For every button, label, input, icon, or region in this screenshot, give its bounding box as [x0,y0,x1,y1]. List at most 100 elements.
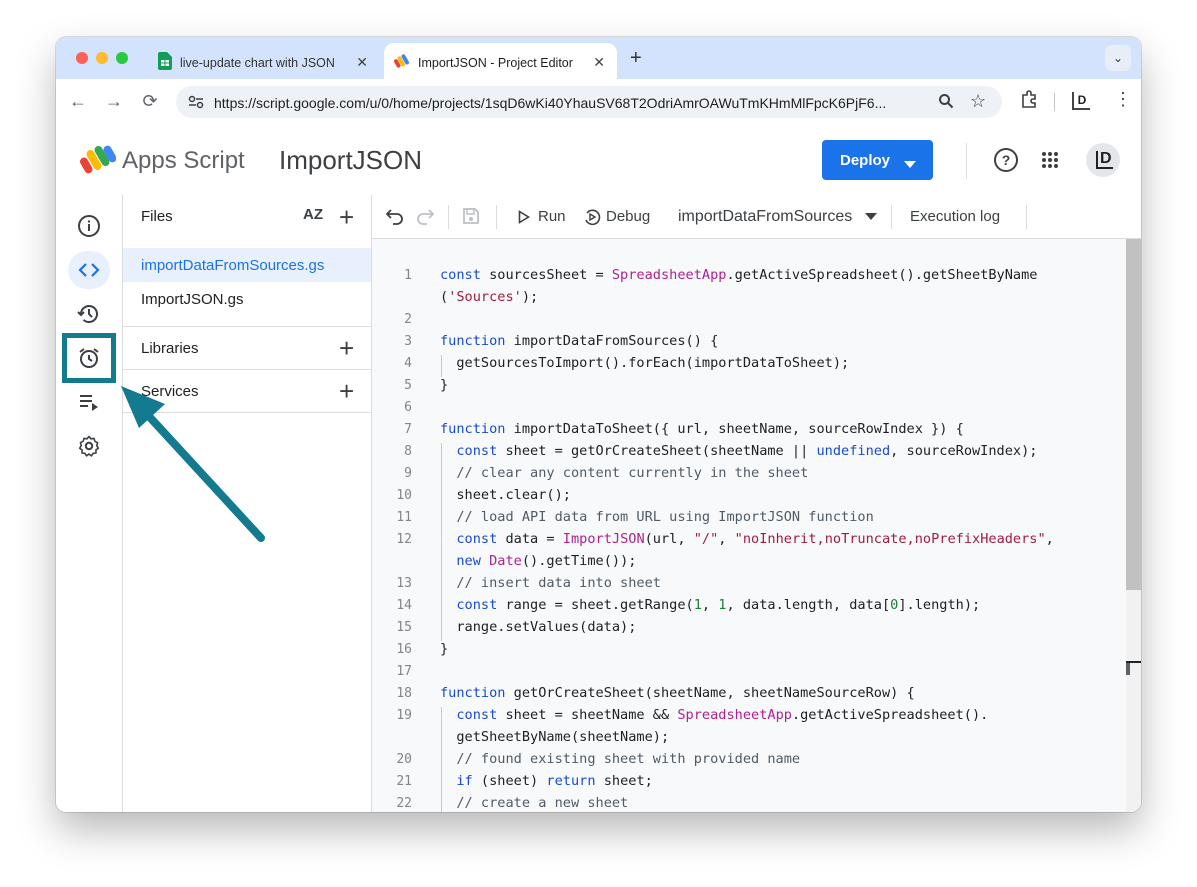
avatar[interactable]: D [1086,143,1120,177]
avatar-initial: D [1096,151,1113,169]
rail-settings[interactable] [68,427,110,465]
zoom-icon[interactable] [938,93,954,114]
code-line: if (sheet) return sheet; [456,773,653,789]
address-bar[interactable]: https://script.google.com/u/0/home/proje… [176,86,1002,118]
libraries-section[interactable]: Libraries + [123,326,371,369]
editor-toolbar: Run Debug importDataFromSources Executio… [372,195,1141,239]
app-header: Apps Script ImportJSON Deploy ? D [56,125,1141,196]
tab-apps-script[interactable]: ImportJSON - Project Editor ✕ [384,43,617,79]
close-tab-icon[interactable]: ✕ [356,54,368,71]
apps-script-logo-icon [80,143,117,180]
triggers-highlight-box [62,333,116,383]
execution-log-button[interactable]: Execution log [910,208,1000,225]
code-line: getSheetByName(sheetName); [440,729,670,745]
code-line: // load API data from URL using ImportJS… [456,509,874,525]
forward-button[interactable]: → [102,91,126,112]
url-text: https://script.google.com/u/0/home/proje… [214,95,887,111]
reload-button[interactable]: ⟳ [138,91,162,112]
undo-icon[interactable] [385,207,404,230]
line-number: 22 [396,796,412,811]
site-info-icon[interactable] [188,95,204,114]
code-line: sheet.clear(); [440,487,571,503]
toolbar-divider [1026,205,1027,229]
code-line: function importDataToSheet({ url, sheetN… [440,421,964,437]
line-number: 13 [396,576,412,591]
dropdown-arrow-icon [865,213,877,220]
code-editor[interactable]: 1 const sourcesSheet = SpreadsheetApp.get… [372,239,1141,812]
rail-history[interactable] [68,295,110,333]
debug-label: Debug [606,208,651,225]
indent-guide [441,707,442,812]
back-button[interactable]: ← [66,91,90,112]
line-number: 1 [404,268,412,283]
rail-editor[interactable] [68,251,110,289]
code-line: const range = sheet.getRange(1, 1, data.… [456,597,981,613]
new-tab-button[interactable]: + [630,47,642,70]
tab-title: ImportJSON - Project Editor [418,56,573,70]
dropdown-arrow-icon [904,156,916,174]
add-service-icon[interactable]: + [339,378,354,404]
tab-title: live-update chart with JSON [180,56,335,70]
project-title[interactable]: ImportJSON [279,145,422,176]
line-number: 15 [396,620,412,635]
run-label: Run [538,208,566,225]
line-number: 8 [404,444,412,459]
indent-guide [441,355,442,377]
extensions-icon[interactable] [1020,90,1038,113]
editor-scrollbar-thumb[interactable] [1126,239,1141,590]
rail-executions[interactable] [68,383,110,421]
save-icon[interactable] [462,207,480,230]
browser-window: live-update chart with JSON ✕ ImportJSON… [56,37,1141,812]
help-icon[interactable]: ? [994,148,1018,172]
play-icon [518,210,530,224]
app-name: Apps Script [122,147,245,174]
browser-toolbar: ← → ⟳ https://script.google.com/u/0/home… [56,79,1141,126]
history-icon [77,305,98,323]
rail-overview[interactable] [68,207,110,245]
header-divider [966,143,967,179]
add-library-icon[interactable]: + [339,335,354,361]
add-file-icon[interactable]: + [339,204,354,230]
files-title: Files [141,208,173,225]
line-number: 11 [396,510,412,525]
sort-az-icon[interactable]: AZ [303,206,323,223]
redo-icon[interactable] [416,207,435,230]
line-number: 16 [396,642,412,657]
indent-guide [441,443,442,641]
profile-button[interactable]: D [1072,92,1090,110]
line-number: 5 [404,378,412,393]
deploy-button[interactable]: Deploy [822,140,933,180]
close-window-button[interactable] [76,52,88,64]
debug-icon [585,209,601,226]
toolbar-divider [448,205,449,229]
code-line: function getOrCreateSheet(sheetName, she… [440,685,915,701]
gear-icon [78,435,100,457]
tab-search-button[interactable]: ⌄ [1105,45,1131,71]
line-number: 12 [396,532,412,547]
services-section[interactable]: Services + [123,369,371,412]
libraries-label: Libraries [141,340,199,357]
sort-az-label: AZ [303,206,323,223]
apps-grid-icon[interactable] [1041,151,1059,174]
code-line: ('Sources'); [440,289,539,305]
code-line: // clear any content currently in the sh… [456,465,809,481]
line-number: 14 [396,598,412,613]
line-number: 17 [396,664,412,679]
code-line: const sheet = getOrCreateSheet(sheetName… [456,443,1038,459]
file-item[interactable]: importDataFromSources.gs [123,248,371,282]
profile-initial: D [1077,93,1087,107]
line-number: 18 [396,686,412,701]
function-select[interactable]: importDataFromSources [678,195,878,238]
file-name: importDataFromSources.gs [141,257,325,274]
line-number: 4 [404,356,412,371]
line-number: 19 [396,708,412,723]
tab-sheets[interactable]: live-update chart with JSON ✕ [144,43,380,79]
close-tab-icon[interactable]: ✕ [593,54,605,71]
zoom-window-button[interactable] [116,52,128,64]
minimize-window-button[interactable] [96,52,108,64]
line-number: 3 [404,334,412,349]
more-menu-icon[interactable]: ⋮ [1114,89,1132,110]
line-number: 20 [396,752,412,767]
bookmark-star-icon[interactable]: ☆ [970,91,986,112]
file-item[interactable]: ImportJSON.gs [123,282,371,316]
